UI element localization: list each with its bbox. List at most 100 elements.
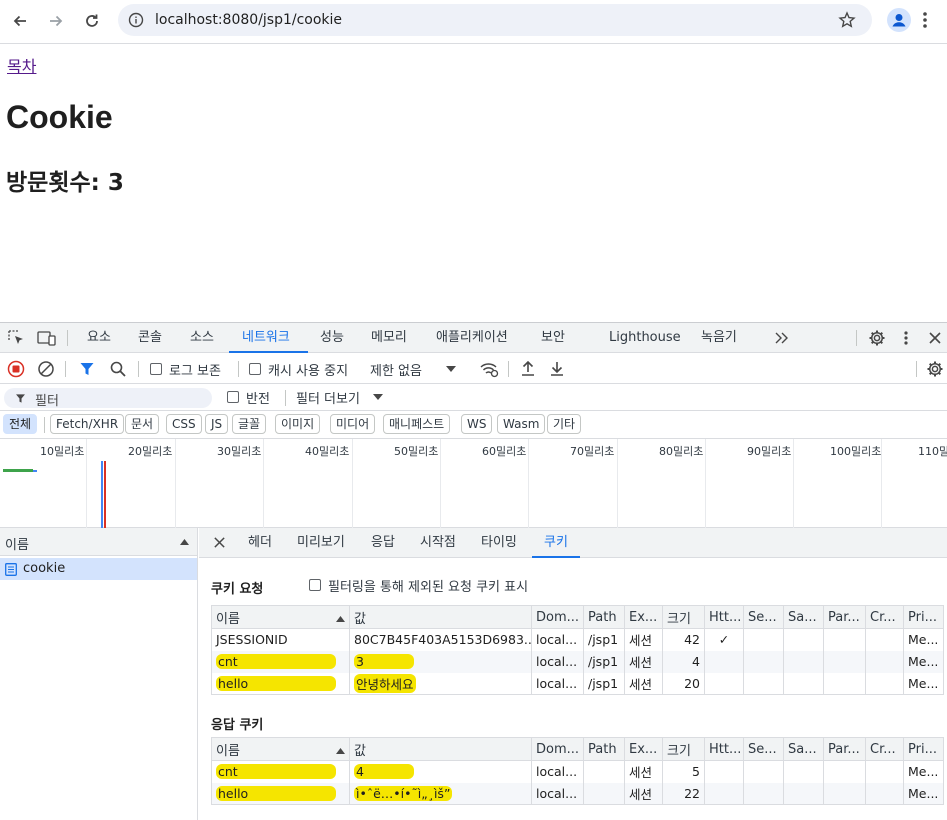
cookie-domain-cell: local...	[531, 650, 584, 673]
close-icon[interactable]	[928, 331, 942, 345]
table-row[interactable]: cnt 3 local... /jsp1 세션 4 Me...	[211, 650, 944, 673]
column-header-path[interactable]: Path	[583, 605, 625, 629]
column-header-size[interactable]: 크기	[662, 737, 705, 761]
tab-preview[interactable]: 미리보기	[297, 528, 345, 558]
table-row[interactable]: hello 안녕하세요 local... /jsp1 세션 20 Me...	[211, 672, 944, 695]
network-overview-timeline[interactable]: 10밀리초 20밀리초 30밀리초 40밀리초 50밀리초 60밀리초 70밀리…	[0, 439, 947, 528]
tab-headers[interactable]: 헤더	[248, 528, 272, 558]
more-filters-button[interactable]: 필터 더보기	[296, 388, 360, 407]
toc-link[interactable]: 목차	[7, 53, 36, 77]
show-filtered-checkbox[interactable]	[309, 579, 321, 591]
name-column-header[interactable]: 이름	[0, 528, 197, 556]
tab-performance[interactable]: 성능	[320, 323, 344, 353]
column-header-secure[interactable]: Se...	[743, 737, 784, 761]
column-header-secure[interactable]: Se...	[743, 605, 784, 629]
star-icon[interactable]	[838, 11, 856, 29]
cookie-secure-cell	[743, 672, 784, 695]
forward-button[interactable]	[43, 8, 69, 34]
preserve-log-checkbox[interactable]	[150, 363, 162, 375]
tab-network[interactable]: 네트워크	[229, 323, 308, 353]
tab-initiator[interactable]: 시작점	[420, 528, 456, 558]
menu-button[interactable]	[922, 10, 928, 30]
chevron-down-icon[interactable]	[373, 394, 383, 401]
table-row[interactable]: cnt 4 local... 세션 5 Me...	[211, 760, 944, 783]
more-vertical-icon[interactable]	[903, 330, 909, 346]
tab-application[interactable]: 애플리케이션	[436, 323, 508, 353]
column-header-samesite[interactable]: Sa...	[783, 605, 824, 629]
name-column-label: 이름	[5, 538, 29, 553]
export-har-icon[interactable]	[549, 360, 565, 377]
tab-elements[interactable]: 요소	[87, 323, 111, 353]
column-header-cross-site[interactable]: Cr...	[865, 605, 904, 629]
column-header-httponly[interactable]: Htt...	[704, 737, 744, 761]
table-row[interactable]: hello ì•ˆë…•í•˜ì„¸ìš” local... 세션 22 Me...	[211, 782, 944, 805]
reload-button[interactable]	[79, 8, 105, 34]
column-header-domain[interactable]: Dom...	[531, 737, 584, 761]
tab-recorder[interactable]: 녹음기	[701, 323, 737, 353]
divider	[65, 361, 66, 377]
column-header-priority[interactable]: Pri...	[903, 605, 944, 629]
column-header-expires[interactable]: Ex...	[624, 737, 663, 761]
column-header-size[interactable]: 크기	[662, 605, 705, 629]
chip-font[interactable]: 글꼴	[232, 414, 267, 434]
address-bar[interactable]: localhost:8080/jsp1/cookie	[118, 4, 872, 36]
settings-gear-icon[interactable]	[868, 329, 886, 347]
record-stop-icon[interactable]	[7, 360, 25, 378]
chevron-down-icon[interactable]	[446, 366, 456, 373]
column-header-cross-site[interactable]: Cr...	[865, 737, 904, 761]
chip-manifest[interactable]: 매니페스트	[383, 414, 451, 434]
tab-timing[interactable]: 타이밍	[481, 528, 517, 558]
chip-wasm[interactable]: Wasm	[497, 414, 546, 434]
chip-js[interactable]: JS	[205, 414, 229, 434]
inspect-element-icon[interactable]	[8, 330, 26, 346]
tab-sources[interactable]: 소스	[190, 323, 214, 353]
column-header-path[interactable]: Path	[583, 737, 625, 761]
network-conditions-icon[interactable]	[479, 360, 499, 378]
chip-media[interactable]: 미디어	[330, 414, 376, 434]
column-header-partition[interactable]: Par...	[823, 605, 866, 629]
tab-memory[interactable]: 메모리	[371, 323, 407, 353]
column-header-name[interactable]: 이름	[211, 737, 350, 761]
column-header-httponly[interactable]: Htt...	[704, 605, 744, 629]
column-header-partition[interactable]: Par...	[823, 737, 866, 761]
tab-security[interactable]: 보안	[541, 323, 565, 353]
column-header-expires[interactable]: Ex...	[624, 605, 663, 629]
filter-funnel-icon[interactable]	[79, 361, 95, 377]
tab-cookies[interactable]: 쿠키	[532, 528, 580, 558]
tab-response[interactable]: 응답	[371, 528, 395, 558]
back-button[interactable]	[7, 8, 33, 34]
cookie-value: 안녕하세요	[354, 673, 416, 693]
invert-checkbox[interactable]	[227, 391, 239, 403]
filter-input[interactable]: 필터	[4, 388, 212, 409]
chip-image[interactable]: 이미지	[275, 414, 321, 434]
network-settings-icon[interactable]	[926, 360, 944, 378]
request-list: 이름 cookie	[0, 528, 198, 820]
tab-lighthouse[interactable]: Lighthouse	[609, 323, 681, 353]
clear-icon[interactable]	[37, 360, 55, 378]
disable-cache-checkbox[interactable]	[249, 363, 261, 375]
column-header-value[interactable]: 값	[349, 605, 532, 629]
info-icon[interactable]	[128, 12, 144, 28]
chip-fetch-xhr[interactable]: Fetch/XHR	[50, 414, 125, 434]
column-header-name[interactable]: 이름	[211, 605, 350, 629]
throttle-select[interactable]: 제한 없음	[370, 360, 422, 379]
profile-button[interactable]	[887, 8, 911, 32]
table-row[interactable]: JSESSIONID 80C7B45F403A5153D6983... local.…	[211, 628, 944, 651]
chip-css[interactable]: CSS	[166, 414, 202, 434]
close-icon[interactable]	[213, 536, 226, 549]
column-header-domain[interactable]: Dom...	[531, 605, 584, 629]
more-tabs-icon[interactable]	[774, 332, 790, 344]
chip-ws[interactable]: WS	[461, 414, 493, 434]
device-toolbar-icon[interactable]	[37, 330, 57, 346]
request-row[interactable]: cookie	[0, 558, 197, 580]
column-header-priority[interactable]: Pri...	[903, 737, 944, 761]
chip-other[interactable]: 기타	[547, 414, 582, 434]
chip-all[interactable]: 전체	[3, 414, 38, 434]
tab-console[interactable]: 콘솔	[138, 323, 162, 353]
column-header-value[interactable]: 값	[349, 737, 532, 761]
import-har-icon[interactable]	[520, 360, 536, 377]
column-header-samesite[interactable]: Sa...	[783, 737, 824, 761]
cookie-domain: local...	[536, 632, 578, 648]
search-icon[interactable]	[109, 360, 127, 378]
chip-document[interactable]: 문서	[125, 414, 160, 434]
